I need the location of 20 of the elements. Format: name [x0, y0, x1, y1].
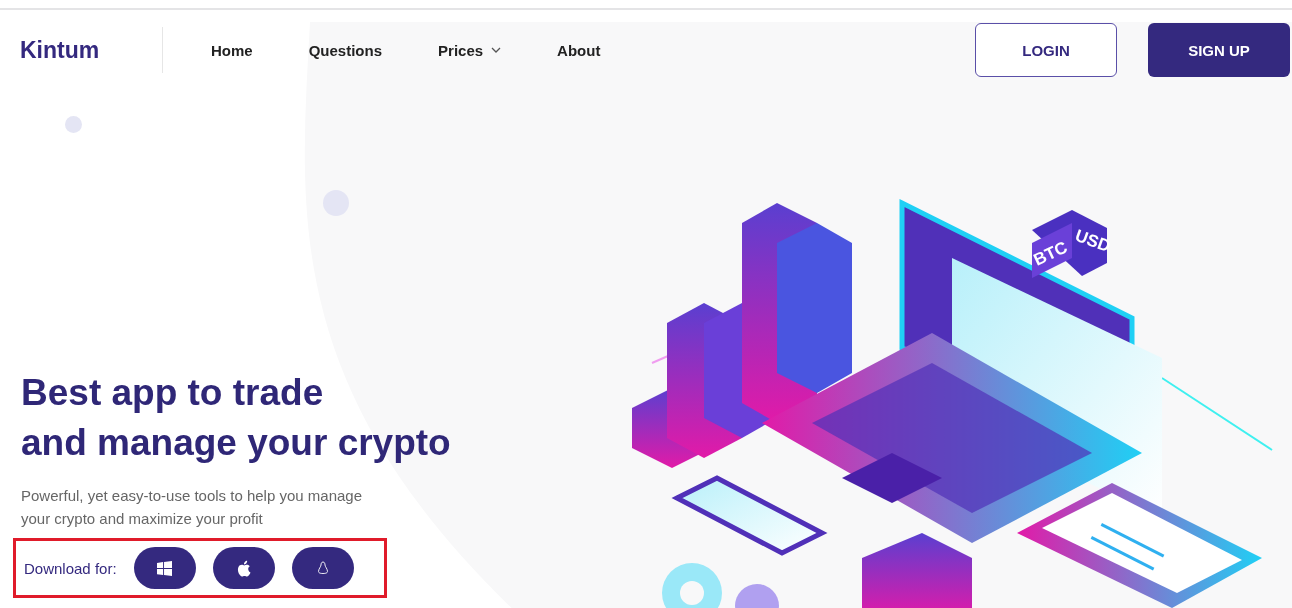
subtitle: your crypto and maximize your profit	[21, 509, 264, 529]
nav-link[interactable]: Prices	[438, 41, 502, 59]
headline: and manage your crypto	[21, 421, 452, 465]
download-button[interactable]	[212, 547, 275, 589]
nav-link[interactable]: Home	[211, 41, 253, 59]
download-button[interactable]	[133, 547, 196, 589]
download-button[interactable]	[291, 547, 354, 589]
login-button[interactable]: LOGIN	[975, 23, 1117, 77]
subtitle: Powerful, yet easy-to-use tools to help you manage	[21, 486, 364, 506]
signup-button[interactable]: SIGN UP	[1148, 23, 1290, 77]
apple-icon	[236, 559, 252, 577]
currency-tag: USD	[1072, 225, 1113, 257]
nav-link[interactable]: About	[557, 41, 601, 59]
chevron-down-icon	[491, 47, 502, 53]
logo[interactable]: Kintum	[20, 36, 162, 64]
download-label: Download for:	[24, 559, 117, 577]
nav-link[interactable]: Questions	[308, 41, 383, 59]
windows-icon	[157, 560, 173, 576]
decor-dot	[65, 116, 82, 133]
headline: Best app to trade	[21, 371, 325, 415]
